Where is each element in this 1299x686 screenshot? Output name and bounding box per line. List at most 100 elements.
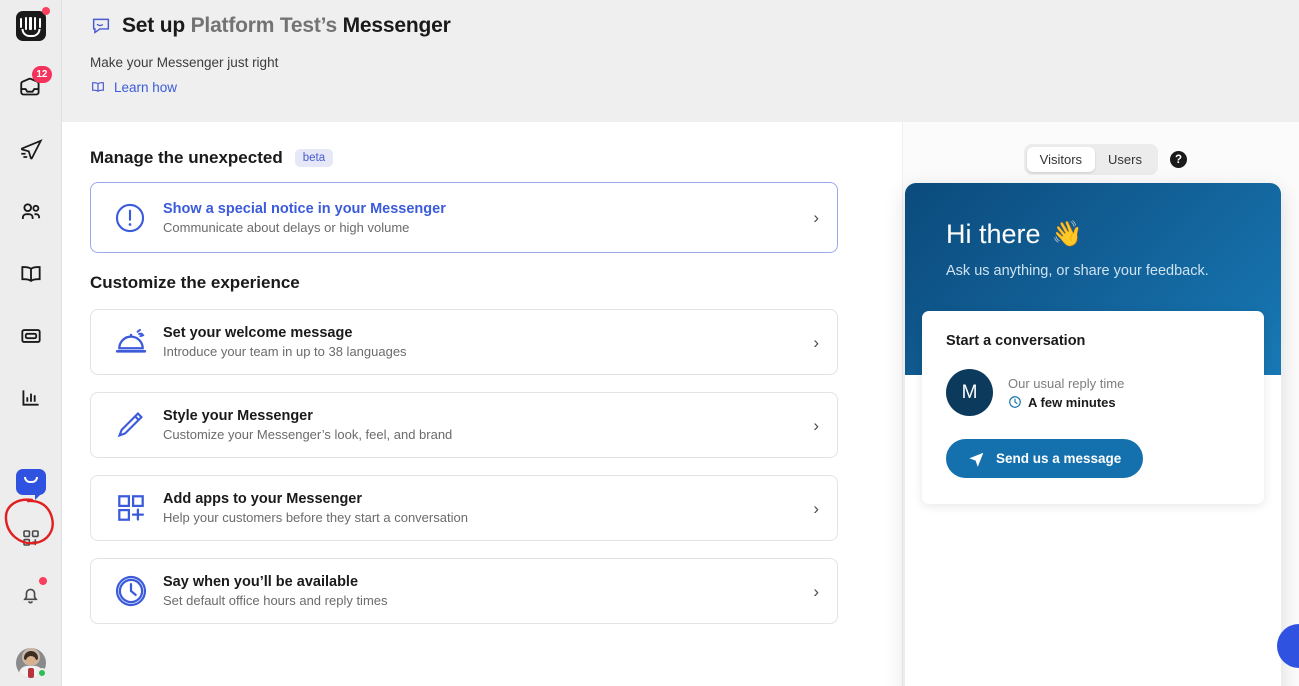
reply-time-block: Our usual reply time A few minutes [1008, 376, 1124, 410]
tab-users[interactable]: Users [1095, 147, 1155, 172]
card-icon [20, 329, 41, 343]
book-icon [20, 266, 41, 283]
start-conversation-title: Start a conversation [946, 333, 1086, 349]
app-root: 12 Set up Platform Test’s Messenger Make… [0, 0, 1299, 686]
sidebar-item-intercom-logo[interactable] [11, 6, 51, 46]
learn-how-link[interactable]: Learn how [114, 80, 177, 95]
messenger-preview: Hi there 👋 Ask us anything, or share you… [905, 183, 1281, 686]
intercom-logo-icon [15, 11, 46, 41]
card-subtitle: Help your customers before they start a … [163, 510, 468, 525]
sidebar-item-articles[interactable] [11, 316, 51, 356]
apps-grid-plus-icon [118, 495, 144, 521]
sidebar-item-contacts[interactable] [11, 192, 51, 232]
reply-time-value: A few minutes [1028, 394, 1116, 410]
card-icon-wrap [113, 324, 155, 360]
card-title: Show a special notice in your Messenger [163, 200, 446, 217]
card-availability[interactable]: Say when you’ll be available Set default… [90, 558, 838, 624]
card-subtitle: Communicate about delays or high volume [163, 219, 410, 235]
card-subtitle: Customize your Messenger’s look, feel, a… [163, 427, 453, 442]
learn-how-row[interactable]: Learn how [90, 79, 1299, 95]
inbox-unread-badge: 12 [32, 66, 52, 83]
chevron-right-icon: › [813, 332, 819, 352]
sidebar-item-notifications[interactable] [11, 574, 51, 614]
clock-icon [1009, 396, 1021, 408]
card-icon-wrap [113, 408, 155, 442]
chevron-right-icon: › [813, 498, 819, 518]
teammate-avatar: M [946, 369, 993, 416]
people-icon [21, 203, 40, 220]
paper-plane-icon [969, 452, 984, 467]
card-add-apps[interactable]: Add apps to your Messenger Help your cus… [90, 475, 838, 541]
card-subtitle: Introduce your team in up to 38 language… [163, 344, 407, 359]
card-icon-wrap [113, 201, 155, 235]
status-badge [36, 668, 47, 678]
card-title: Set your welcome message [163, 325, 353, 341]
beta-badge: beta [294, 149, 334, 167]
page-header: Set up Platform Test’s Messenger Make yo… [62, 0, 1299, 122]
send-message-button[interactable]: Send us a message [946, 439, 1144, 478]
start-conversation-card: Start a conversation M Our usual reply t… [922, 311, 1264, 504]
sidebar-item-apps[interactable] [11, 518, 51, 558]
audience-segmented-control[interactable]: Visitors Users [1023, 144, 1158, 175]
card-title: Say when you’ll be available [163, 574, 359, 590]
send-message-label: Send us a message [996, 451, 1122, 466]
card-text: Show a special notice in your Messenger … [155, 201, 813, 235]
book-icon [92, 82, 104, 93]
page-title: Set up Platform Test’s Messenger [122, 14, 451, 38]
section-title-unexpected: Manage the unexpected [90, 148, 283, 167]
card-welcome-message[interactable]: Set your welcome message Introduce your … [90, 309, 838, 375]
alert-circle-icon [115, 203, 145, 232]
service-bell-icon [115, 328, 147, 353]
pencil-icon [117, 412, 143, 438]
reply-time-label: Our usual reply time [1008, 375, 1125, 391]
bell-icon [23, 588, 38, 603]
card-title: Style your Messenger [163, 408, 313, 424]
page-title-workspace: Platform Test’s [190, 14, 338, 37]
sidebar-item-reports[interactable] [11, 378, 51, 418]
apps-grid-plus-icon [22, 530, 39, 546]
card-text: Add apps to your Messenger Help your cus… [155, 491, 813, 525]
card-subtitle: Set default office hours and reply times [163, 593, 388, 608]
card-icon-wrap [113, 573, 155, 609]
unexpected-section-header: Manage the unexpected beta [90, 148, 902, 168]
bar-chart-icon [21, 390, 39, 406]
clock-icon [115, 575, 147, 607]
sidebar-item-outbound[interactable] [11, 130, 51, 170]
card-text: Say when you’ll be available Set default… [155, 574, 813, 608]
content-area: Manage the unexpected beta Show a specia… [62, 122, 1299, 686]
main-content: Set up Platform Test’s Messenger Make yo… [62, 0, 1299, 686]
messenger-tagline: Ask us anything, or share your feedback. [946, 263, 1209, 279]
page-title-prefix: Set up [122, 14, 185, 37]
notifications-dot [38, 577, 47, 585]
primary-nav-rail: 12 [0, 0, 62, 686]
preview-controls: Visitors Users ? [1023, 144, 1187, 175]
messenger-icon [15, 469, 46, 500]
page-title-suffix: Messenger [342, 14, 451, 37]
page-subtitle: Make your Messenger just right [90, 55, 279, 70]
messenger-greeting: Hi there [946, 219, 1041, 249]
card-icon-wrap [113, 490, 155, 526]
sidebar-item-knowledge-base[interactable] [11, 254, 51, 294]
reply-time-value-row: A few minutes [1008, 395, 1124, 410]
paper-plane-icon [20, 139, 43, 160]
messenger-greeting-row: Hi there 👋 [946, 219, 1281, 250]
help-icon[interactable]: ? [1170, 151, 1187, 168]
sidebar-item-messenger[interactable] [11, 462, 51, 502]
card-style-messenger[interactable]: Style your Messenger Customize your Mess… [90, 392, 838, 458]
tab-visitors[interactable]: Visitors [1026, 147, 1096, 172]
card-special-notice[interactable]: Show a special notice in your Messenger … [90, 182, 838, 253]
messenger-outline-icon [92, 18, 110, 34]
settings-column: Manage the unexpected beta Show a specia… [62, 122, 902, 686]
chevron-right-icon: › [813, 581, 819, 601]
reply-time-row: M Our usual reply time A few minutes [946, 369, 1240, 416]
page-title-row: Set up Platform Test’s Messenger [90, 14, 1299, 38]
logo-notification-dot [41, 7, 50, 15]
wave-emoji-icon: 👋 [1051, 220, 1083, 248]
preview-column: Visitors Users ? Hi there 👋 Ask us anyth… [902, 122, 1299, 686]
chevron-right-icon: › [813, 208, 819, 227]
card-text: Style your Messenger Customize your Mess… [155, 408, 813, 442]
avatar[interactable] [15, 648, 47, 678]
card-title: Add apps to your Messenger [163, 491, 363, 507]
sidebar-item-inbox[interactable]: 12 [11, 66, 52, 108]
chevron-right-icon: › [813, 415, 819, 435]
